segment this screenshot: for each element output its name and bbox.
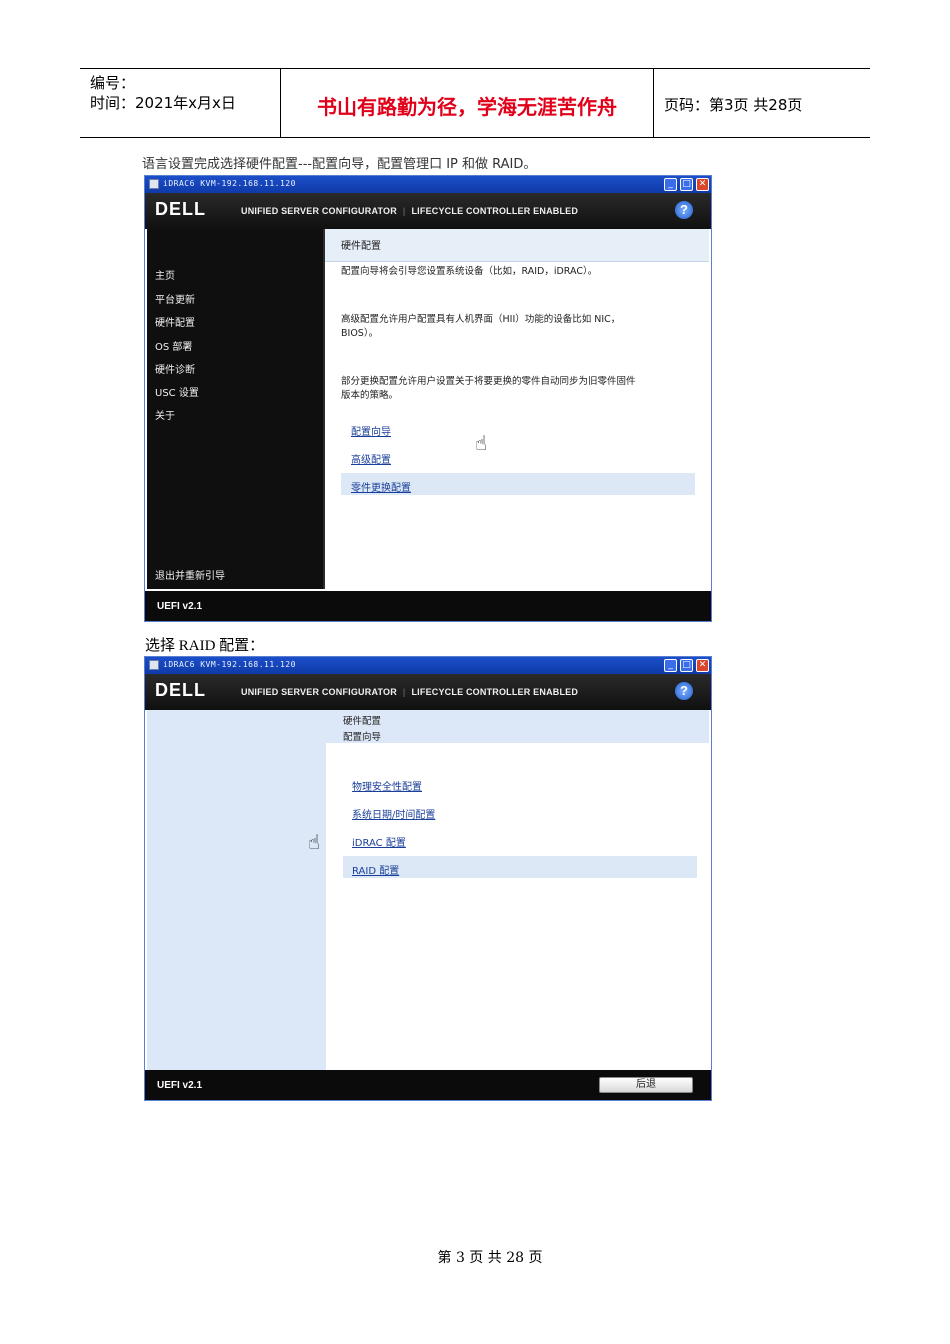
banner-text: UNIFIED SERVER CONFIGURATOR | LIFECYCLE CO…	[241, 206, 578, 216]
description-part-replacement: 部分更换配置允许用户设置关于将要更换的零件自动同步为旧零件固件版本的策略。	[341, 376, 636, 401]
caption-raid-config: 选择 RAID 配置：	[145, 638, 265, 654]
main-panel: 硬件配置 配置向导将会引导您设置系统设备（比如，RAID，iDRAC）。 高级配…	[325, 229, 709, 591]
nav-item-usc-settings[interactable]: USC 设置	[155, 384, 199, 399]
maximize-icon[interactable]: □	[680, 659, 693, 672]
link-system-datetime[interactable]: 系统日期/时间配置	[352, 806, 435, 821]
banner-lifecycle-label: LIFECYCLE CONTROLLER ENABLED	[411, 687, 579, 697]
dell-logo: DELL	[155, 680, 206, 700]
window-app-icon	[149, 179, 159, 189]
page-footer: 第 3 页 共 28 页	[437, 1250, 543, 1266]
window-titlebar: iDRAC6 KVM-192.168.11.120 _ □ ✕	[145, 176, 711, 193]
panel-title: 硬件配置	[341, 241, 381, 252]
banner-usc-label: UNIFIED SERVER CONFIGURATOR	[241, 687, 397, 697]
caption-hardware-config: 语言设置完成选择硬件配置---配置向导，配置管理口 IP 和做 RAID。	[142, 157, 537, 172]
main-panel: 物理安全性配置 系统日期/时间配置 iDRAC 配置 RAID 配置	[326, 743, 709, 1070]
link-idrac-config[interactable]: iDRAC 配置	[352, 834, 406, 849]
breadcrumb: 硬件配置 配置向导	[326, 710, 709, 743]
header-meta-cell: 编号： 时间：2021年x月x日	[80, 69, 281, 137]
nav-item-hardware-config[interactable]: 硬件配置	[155, 314, 195, 329]
description-wizard: 配置向导将会引导您设置系统设备（比如，RAID，iDRAC）。	[341, 266, 598, 277]
window-title: iDRAC6 KVM-192.168.11.120	[163, 660, 296, 669]
nav-item-about[interactable]: 关于	[155, 407, 175, 422]
dell-logo: DELL	[155, 199, 206, 219]
minimize-icon[interactable]: _	[664, 178, 677, 191]
close-icon[interactable]: ✕	[696, 659, 709, 672]
nav-item-os-deploy[interactable]: OS 部署	[155, 338, 192, 353]
window-app-icon	[149, 660, 159, 670]
description-advanced: 高级配置允许用户配置具有人机界面（HII）功能的设备比如 NIC，BIOS）。	[341, 314, 621, 339]
minimize-icon[interactable]: _	[664, 659, 677, 672]
time-label: 时间：2021年x月x日	[90, 94, 236, 112]
serial-label: 编号：	[90, 74, 136, 92]
screenshot-window-hardware-config: iDRAC6 KVM-192.168.11.120 _ □ ✕ DELL UNI…	[144, 175, 712, 622]
maximize-icon[interactable]: □	[680, 178, 693, 191]
usc-banner: DELL UNIFIED SERVER CONFIGURATOR | LIFECYC…	[145, 674, 711, 710]
header-motto-cell: 书山有路勤为径，学海无涯苦作舟	[281, 69, 654, 137]
hand-cursor-icon: ☝	[475, 431, 488, 455]
panel-header: 硬件配置	[325, 229, 709, 262]
link-advanced-config[interactable]: 高级配置	[351, 451, 391, 466]
banner-text: UNIFIED SERVER CONFIGURATOR | LIFECYCLE CO…	[241, 687, 578, 697]
window-footer: UEFI v2.1	[145, 591, 711, 621]
page-indicator: 页码：第3页 共28页	[664, 96, 803, 114]
motto: 书山有路勤为径，学海无涯苦作舟	[317, 95, 617, 119]
breadcrumb-config-wizard: 配置向导	[343, 732, 382, 743]
uefi-version: UEFI v2.1	[157, 1080, 203, 1091]
left-navigation-empty	[147, 710, 326, 1070]
link-physical-security[interactable]: 物理安全性配置	[352, 778, 422, 793]
nav-item-home[interactable]: 主页	[155, 267, 175, 282]
link-part-replacement-config[interactable]: 零件更换配置	[351, 479, 411, 494]
window-title: iDRAC6 KVM-192.168.11.120	[163, 179, 296, 188]
help-icon[interactable]: ?	[675, 201, 693, 219]
banner-lifecycle-label: LIFECYCLE CONTROLLER ENABLED	[411, 206, 579, 216]
banner-separator: |	[402, 206, 406, 216]
uefi-version: UEFI v2.1	[157, 601, 203, 612]
back-button[interactable]: 后退	[599, 1077, 693, 1093]
nav-item-hardware-diagnostics[interactable]: 硬件诊断	[155, 361, 195, 376]
hand-cursor-icon: ☝	[308, 830, 321, 854]
help-icon[interactable]: ?	[675, 682, 693, 700]
nav-item-exit-reboot[interactable]: 退出并重新引导	[155, 567, 225, 582]
nav-item-platform-update[interactable]: 平台更新	[155, 291, 195, 306]
breadcrumb-hardware-config: 硬件配置	[343, 716, 382, 727]
document-header: 编号： 时间：2021年x月x日 书山有路勤为径，学海无涯苦作舟 页码：第3页 …	[80, 68, 870, 138]
banner-separator: |	[402, 687, 406, 697]
screenshot-window-config-wizard: iDRAC6 KVM-192.168.11.120 _ □ ✕ DELL UNI…	[144, 656, 712, 1101]
link-config-wizard[interactable]: 配置向导	[351, 423, 391, 438]
left-navigation: 主页 平台更新 硬件配置 OS 部署 硬件诊断 USC 设置 关于 退出并重新引…	[147, 229, 325, 589]
window-footer: UEFI v2.1 后退	[145, 1070, 711, 1100]
window-titlebar: iDRAC6 KVM-192.168.11.120 _ □ ✕	[145, 657, 711, 674]
banner-usc-label: UNIFIED SERVER CONFIGURATOR	[241, 206, 397, 216]
close-icon[interactable]: ✕	[696, 178, 709, 191]
usc-banner: DELL UNIFIED SERVER CONFIGURATOR | LIFECYC…	[145, 193, 711, 229]
link-raid-config[interactable]: RAID 配置	[352, 862, 399, 877]
